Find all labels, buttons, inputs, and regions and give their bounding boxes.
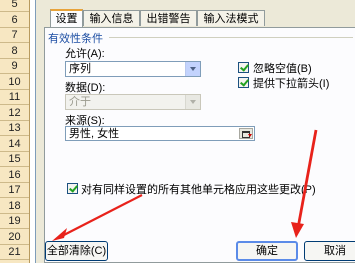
range-select-icon[interactable] bbox=[239, 128, 253, 139]
chevron-down-icon[interactable] bbox=[185, 62, 200, 76]
data-validation-dialog: 设置 输入信息 出错警告 输入法模式 有效性条件 允许(A): 序列 数据(D)… bbox=[35, 0, 355, 263]
source-value: 男性, 女性 bbox=[69, 128, 120, 140]
row-header[interactable]: 20 bbox=[0, 230, 29, 245]
row-header[interactable]: 19 bbox=[0, 214, 29, 229]
data-value: 介于 bbox=[69, 96, 91, 108]
row-header[interactable]: 13 bbox=[0, 121, 29, 136]
row-header[interactable]: 9 bbox=[0, 59, 29, 74]
row-header[interactable]: 11 bbox=[0, 90, 29, 105]
settings-panel: 有效性条件 允许(A): 序列 数据(D): 介于 忽略空值(B) 提供下拉箭头… bbox=[44, 27, 355, 263]
row-header[interactable]: 7 bbox=[0, 28, 29, 43]
clear-all-button[interactable]: 全部清除(C) bbox=[45, 241, 108, 261]
row-header[interactable]: 15 bbox=[0, 152, 29, 167]
allow-value: 序列 bbox=[69, 63, 91, 75]
row-header[interactable]: 10 bbox=[0, 75, 29, 90]
cancel-button[interactable]: 取消 bbox=[304, 241, 355, 261]
row-header[interactable]: 18 bbox=[0, 199, 29, 214]
ignore-blank-label: 忽略空值(B) bbox=[253, 63, 312, 75]
tab-ime-mode[interactable]: 输入法模式 bbox=[197, 10, 265, 26]
chevron-down-icon bbox=[185, 95, 200, 109]
row-header[interactable]: 21 bbox=[0, 245, 29, 260]
allow-label: 允许(A): bbox=[65, 48, 105, 60]
ignore-blank-checkbox[interactable] bbox=[238, 62, 249, 73]
tab-error-alert[interactable]: 出错警告 bbox=[140, 10, 197, 26]
in-cell-dropdown-label: 提供下拉箭头(I) bbox=[253, 78, 330, 90]
row-header[interactable]: 12 bbox=[0, 106, 29, 121]
row-headers: 5 6 7 8 9 10 11 12 13 14 15 16 17 18 19 20 21 bbox=[0, 0, 30, 263]
row-header[interactable]: 16 bbox=[0, 168, 29, 183]
row-header[interactable]: 17 bbox=[0, 183, 29, 198]
apply-all-checkbox[interactable] bbox=[67, 183, 78, 194]
data-label: 数据(D): bbox=[65, 82, 106, 94]
row-header[interactable]: 14 bbox=[0, 137, 29, 152]
source-input[interactable]: 男性, 女性 bbox=[65, 126, 255, 141]
group-divider bbox=[109, 37, 353, 38]
validation-criteria-label: 有效性条件 bbox=[48, 33, 103, 45]
in-cell-dropdown-checkbox[interactable] bbox=[238, 77, 249, 88]
tab-input-message[interactable]: 输入信息 bbox=[83, 10, 140, 26]
ok-button[interactable]: 确定 bbox=[236, 241, 298, 261]
apply-all-label: 对有同样设置的所有其他单元格应用这些更改(P) bbox=[81, 184, 316, 196]
allow-select[interactable]: 序列 bbox=[65, 61, 201, 77]
tab-settings[interactable]: 设置 bbox=[50, 9, 83, 28]
row-header[interactable]: 8 bbox=[0, 44, 29, 59]
row-header[interactable]: 5 bbox=[0, 0, 29, 12]
data-select: 介于 bbox=[65, 94, 201, 110]
row-header[interactable]: 6 bbox=[0, 13, 29, 28]
